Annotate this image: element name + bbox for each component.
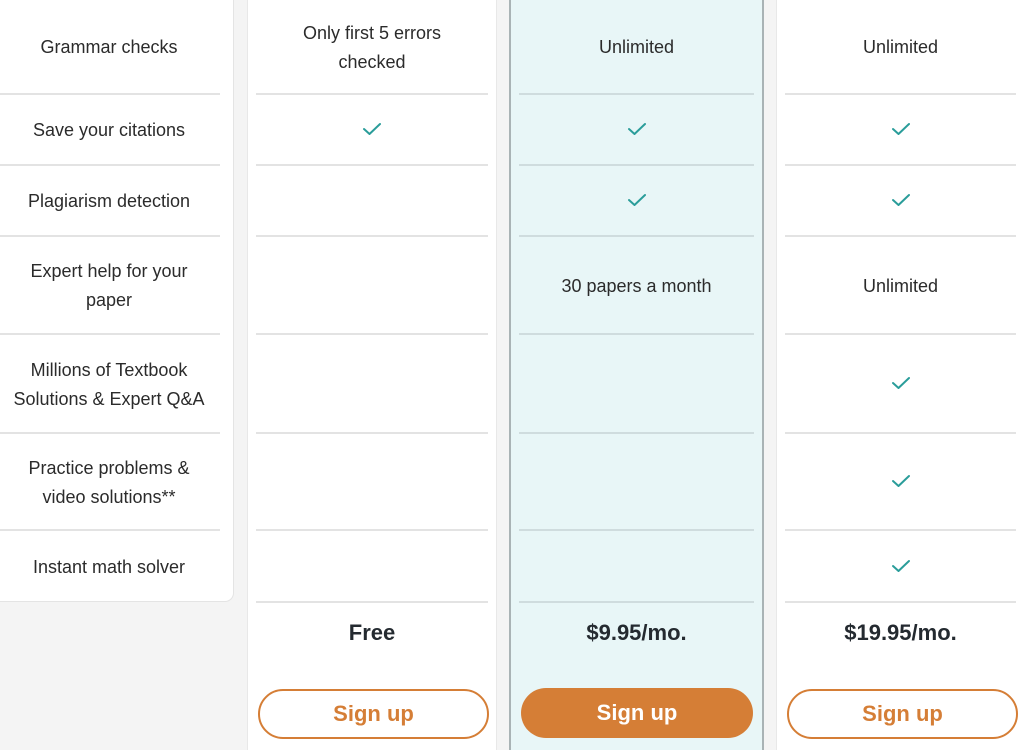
feature-label: Millions of Textbook Solutions & Expert … (0, 335, 220, 434)
plan-feature-cell (519, 434, 754, 531)
plan-feature-cell (785, 434, 1016, 531)
feature-label: Grammar checks (0, 0, 220, 95)
plan-feature-value: 30 papers a month (561, 275, 712, 296)
feature-label: Save your citations (0, 95, 220, 166)
plan-feature-cell (256, 95, 488, 166)
plan-feature-cell (256, 237, 488, 335)
checkmark-icon (627, 116, 647, 145)
plan-feature-cell (256, 434, 488, 531)
plan-column-free: Only first 5 errors checked Free Sign up (247, 0, 497, 750)
plan-column-pro: Unlimited Unlimited $19.95/mo. Sign up (776, 0, 1024, 750)
checkmark-icon (891, 116, 911, 145)
feature-label: Expert help for your paper (0, 237, 220, 335)
plan-feature-value: Unlimited (598, 37, 675, 57)
checkmark-icon (362, 116, 382, 145)
plan-feature-value: Only first 5 errors checked (302, 22, 442, 72)
checkmark-icon (891, 187, 911, 216)
plan-price: $19.95/mo. (844, 620, 957, 645)
plan-feature-cell: Unlimited (519, 0, 754, 95)
plan-feature-cell: Only first 5 errors checked (256, 0, 488, 95)
plan-column-premium: Unlimited 30 papers a month $9.95/mo. Sign … (509, 0, 764, 750)
plan-feature-cell (256, 531, 488, 603)
plan-feature-cell: 30 papers a month (519, 237, 754, 335)
sign-up-button-free[interactable]: Sign up (258, 689, 489, 739)
feature-label-text: Expert help for your paper (30, 261, 188, 310)
checkmark-icon (627, 187, 647, 216)
plan-feature-cell (519, 531, 754, 603)
feature-label: Practice problems & video solutions** (0, 434, 220, 531)
checkmark-icon (891, 468, 911, 497)
plan-feature-value: Unlimited (862, 275, 939, 296)
plan-feature-cell: Unlimited (785, 237, 1016, 335)
plan-price: $9.95/mo. (586, 620, 687, 645)
plan-feature-cell (785, 335, 1016, 434)
feature-label-text: Practice problems & video solutions** (28, 457, 190, 507)
plan-feature-cell (519, 335, 754, 434)
checkmark-icon (891, 553, 911, 582)
plan-feature-value: Unlimited (862, 37, 939, 57)
feature-label: Instant math solver (32, 556, 186, 577)
checkmark-icon (891, 370, 911, 399)
feature-label: Plagiarism detection (0, 166, 220, 237)
plan-feature-cell (519, 95, 754, 166)
plan-feature-cell: Unlimited (785, 0, 1016, 95)
plan-feature-cell (256, 166, 488, 237)
plan-feature-cell (785, 166, 1016, 237)
plan-feature-cell (785, 531, 1016, 603)
plan-price: Free (348, 620, 396, 645)
sign-up-button-premium[interactable]: Sign up (521, 688, 753, 738)
sign-up-button-pro[interactable]: Sign up (787, 689, 1018, 739)
plan-feature-cell (256, 335, 488, 434)
feature-label-text: Millions of Textbook Solutions & Expert … (13, 359, 205, 409)
plan-feature-cell (519, 166, 754, 237)
feature-labels-column: Grammar checks Save your citations Plagi… (0, 0, 234, 602)
plan-feature-cell (785, 95, 1016, 166)
